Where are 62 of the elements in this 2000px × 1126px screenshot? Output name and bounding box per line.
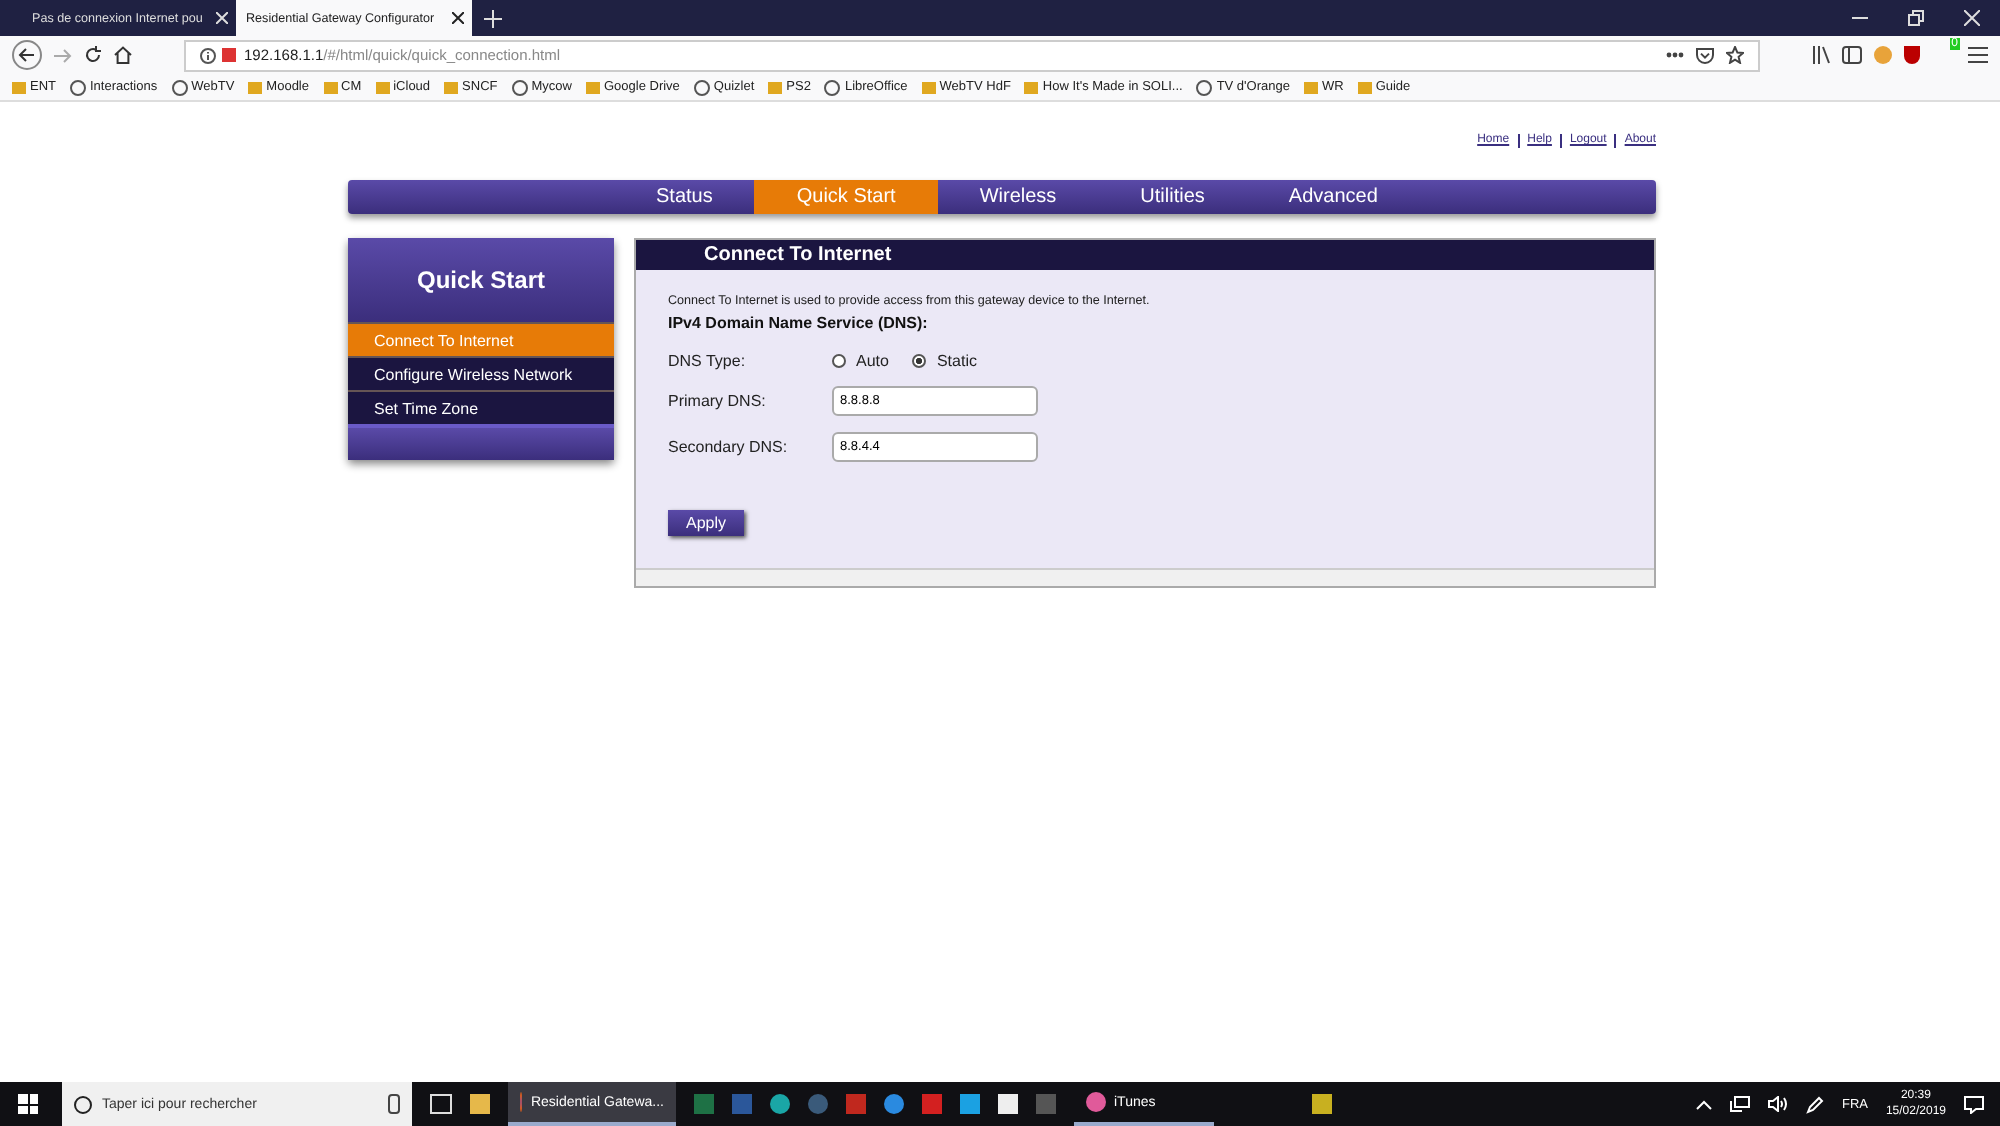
sidebar-icon[interactable]	[1842, 46, 1862, 64]
field-label: Primary DNS:	[668, 392, 768, 410]
home-icon[interactable]	[114, 46, 132, 64]
radio-button[interactable]	[912, 354, 927, 368]
globe-icon	[824, 79, 841, 95]
circle-icon[interactable]	[808, 1094, 828, 1114]
tile-icon	[323, 81, 337, 93]
globe-icon	[171, 79, 188, 95]
search-icon	[74, 1095, 92, 1113]
monitor-icon[interactable]	[1729, 1096, 1750, 1112]
star-icon[interactable]	[1726, 46, 1744, 64]
radio-button[interactable]	[832, 354, 846, 368]
tile-icon	[768, 81, 783, 93]
globe-icon	[1196, 79, 1213, 95]
apply-button[interactable]: Apply	[668, 510, 745, 536]
tile-icon	[1303, 81, 1318, 93]
circle-icon[interactable]	[770, 1094, 790, 1114]
globe-icon	[511, 79, 528, 95]
nav-tab[interactable]: Wireless	[937, 180, 1099, 214]
tile-icon	[585, 81, 600, 93]
windows-icon[interactable]	[18, 1094, 38, 1114]
sidebar-title: Quick Start	[348, 238, 614, 322]
nav-tab[interactable]: Utilities	[1098, 180, 1247, 214]
microphone-icon	[388, 1094, 400, 1114]
nav-tab[interactable]: Advanced	[1246, 180, 1420, 214]
speaker-icon[interactable]	[1767, 1096, 1788, 1112]
sidebar-item[interactable]: Set Time Zone	[348, 390, 614, 424]
globe-icon	[693, 79, 710, 95]
library-icon[interactable]	[1812, 46, 1830, 64]
restore-icon[interactable]	[1908, 10, 1924, 26]
tile-icon	[375, 81, 390, 93]
close-icon[interactable]	[452, 12, 464, 24]
notification-icon[interactable]	[1964, 1095, 1984, 1113]
reload-icon[interactable]	[84, 46, 102, 64]
task-view-icon[interactable]	[430, 1094, 452, 1114]
section-heading: IPv4 Domain Name Service (DNS):	[668, 314, 928, 332]
tile-icon	[1024, 81, 1039, 93]
tile-icon	[248, 81, 263, 93]
globe-icon	[70, 79, 86, 95]
back-icon[interactable]	[12, 40, 42, 70]
sidebar-item[interactable]: Configure Wireless Network	[348, 356, 614, 390]
pocket-icon[interactable]	[1696, 47, 1714, 63]
music-icon	[1086, 1092, 1106, 1112]
more-icon[interactable]	[1666, 52, 1684, 58]
field-label: Secondary DNS:	[668, 438, 790, 456]
new-tab-icon[interactable]	[484, 9, 502, 27]
menu-icon[interactable]	[1968, 46, 1988, 64]
chevron-icon[interactable]	[1695, 1099, 1712, 1109]
nav-tab[interactable]: Status	[614, 180, 755, 214]
circle-icon[interactable]	[884, 1094, 904, 1114]
tile-icon	[12, 81, 26, 93]
tile-icon	[921, 81, 936, 93]
horizontal-scrollbar[interactable]	[636, 568, 1654, 586]
option-label: Auto	[856, 352, 889, 370]
pen-icon[interactable]	[1805, 1095, 1824, 1113]
option-label: Static	[936, 352, 977, 370]
panel-title: Connect To Internet	[636, 240, 1654, 270]
info-icon	[200, 47, 216, 63]
tile-icon	[444, 81, 459, 93]
field-label: DNS Type:	[668, 352, 748, 370]
shield-icon[interactable]	[1904, 46, 1920, 64]
tile-icon	[1357, 81, 1372, 93]
